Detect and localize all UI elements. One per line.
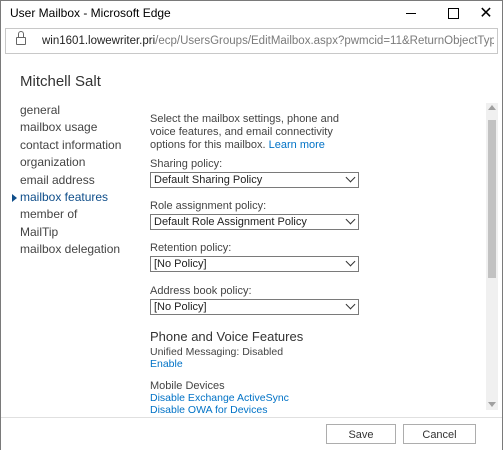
sharing-policy-value: Default Sharing Policy: [154, 174, 263, 186]
dialog-footer: Save Cancel: [1, 417, 502, 450]
scroll-up-icon[interactable]: [488, 105, 496, 110]
nav-item-general[interactable]: general: [20, 103, 121, 120]
address-bar[interactable]: win1601.lowewriter.pri/ecp/UsersGroups/E…: [5, 28, 498, 54]
side-nav: general mailbox usage contact informatio…: [11, 103, 121, 260]
retention-policy-select[interactable]: [No Policy]: [150, 256, 359, 272]
retention-policy-label: Retention policy:: [150, 242, 232, 254]
cancel-button[interactable]: Cancel: [403, 424, 476, 444]
minimize-button[interactable]: [395, 1, 427, 25]
mobile-devices-heading: Mobile Devices: [150, 380, 225, 392]
nav-item-mailbox-delegation[interactable]: mailbox delegation: [20, 242, 121, 259]
url-path: /ecp/UsersGroups/EditMailbox.aspx?pwmcid…: [155, 35, 494, 47]
minimize-icon: [406, 12, 416, 14]
role-assignment-select[interactable]: Default Role Assignment Policy: [150, 214, 359, 230]
dialog-content: Mitchell Salt general mailbox usage cont…: [1, 55, 502, 450]
window-title: User Mailbox - Microsoft Edge: [10, 6, 171, 20]
vertical-scrollbar[interactable]: [486, 103, 498, 410]
nav-item-organization[interactable]: organization: [20, 155, 121, 172]
retention-policy-value: [No Policy]: [154, 258, 207, 270]
scroll-thumb[interactable]: [488, 120, 496, 278]
scroll-down-icon[interactable]: [488, 402, 496, 407]
title-bar: User Mailbox - Microsoft Edge ✕: [1, 1, 502, 25]
save-button[interactable]: Save: [326, 424, 396, 444]
nav-item-email-address[interactable]: email address: [20, 173, 121, 190]
url-host: win1601.lowewriter.pri: [42, 35, 156, 47]
learn-more-link[interactable]: Learn more: [269, 139, 325, 151]
disable-activesync-link[interactable]: Disable Exchange ActiveSync: [150, 392, 289, 404]
address-book-label: Address book policy:: [150, 285, 252, 297]
nav-item-member-of[interactable]: member of: [20, 207, 121, 224]
main-panel: Select the mailbox settings, phone and v…: [150, 113, 480, 416]
close-icon: ✕: [479, 5, 493, 22]
role-assignment-label: Role assignment policy:: [150, 200, 267, 212]
um-enable-link[interactable]: Enable: [150, 358, 183, 370]
sharing-policy-select[interactable]: Default Sharing Policy: [150, 172, 359, 188]
sharing-policy-label: Sharing policy:: [150, 158, 223, 170]
nav-item-mailtip[interactable]: MailTip: [20, 225, 121, 242]
role-assignment-value: Default Role Assignment Policy: [154, 216, 307, 228]
close-button[interactable]: ✕: [470, 1, 502, 25]
page-title: Mitchell Salt: [20, 73, 101, 90]
chevron-down-icon: [345, 299, 356, 310]
address-book-select[interactable]: [No Policy]: [150, 299, 359, 315]
chevron-down-icon: [345, 172, 356, 183]
intro-paragraph: Select the mailbox settings, phone and v…: [150, 113, 355, 152]
disable-owa-link[interactable]: Disable OWA for Devices: [150, 404, 267, 416]
chevron-down-icon: [345, 214, 356, 225]
chevron-down-icon: [345, 256, 356, 267]
maximize-button[interactable]: [437, 1, 469, 25]
browser-window: User Mailbox - Microsoft Edge ✕ win1601.…: [0, 0, 503, 450]
nav-item-contact-information[interactable]: contact information: [20, 138, 121, 155]
nav-item-mailbox-usage[interactable]: mailbox usage: [20, 120, 121, 137]
lock-icon: [16, 31, 26, 45]
address-book-value: [No Policy]: [154, 301, 207, 313]
nav-item-mailbox-features[interactable]: mailbox features: [11, 190, 121, 207]
phone-voice-heading: Phone and Voice Features: [150, 329, 304, 344]
um-status-text: Unified Messaging: Disabled: [150, 346, 284, 358]
url-text[interactable]: win1601.lowewriter.pri/ecp/UsersGroups/E…: [42, 35, 494, 47]
maximize-icon: [447, 7, 459, 19]
